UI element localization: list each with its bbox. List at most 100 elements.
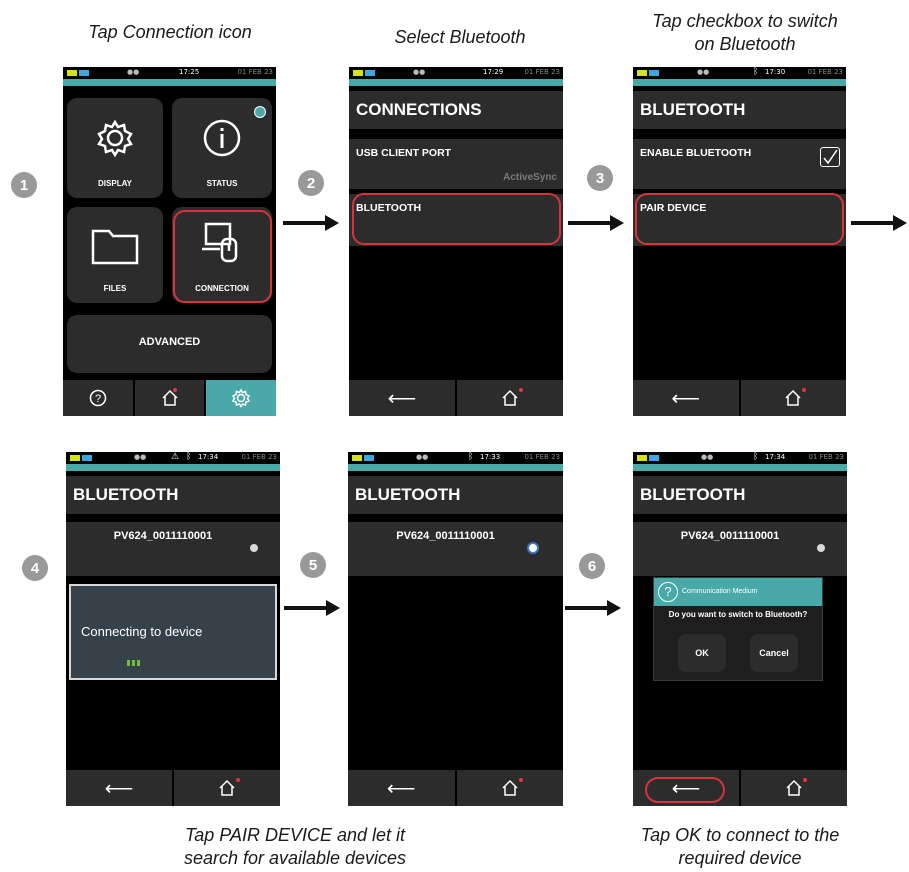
arrow-right-icon bbox=[851, 215, 907, 231]
settings-icon bbox=[232, 388, 251, 408]
accent-bar bbox=[66, 464, 280, 471]
status-bar: ●● 17:25 01 FEB 23 bbox=[63, 67, 276, 79]
status-time: 17:34 bbox=[765, 453, 786, 461]
step-badge-6: 6 bbox=[579, 553, 605, 579]
connection-dots-icon: ●● bbox=[697, 68, 710, 76]
screen-5-device-list: ●● ᛒ 17:33 01 FEB 23 BLUETOOTH PV624_001… bbox=[348, 452, 563, 806]
nav-bar: ⟵ bbox=[66, 770, 280, 806]
files-tile-label: FILES bbox=[103, 284, 127, 293]
bluetooth-icon: ᛒ bbox=[753, 452, 759, 462]
bluetooth-icon: ᛒ bbox=[753, 67, 759, 77]
nav-bar: ⟵ bbox=[348, 770, 563, 806]
help-icon: ? bbox=[89, 389, 107, 407]
caption-step-2: Select Bluetooth bbox=[394, 27, 526, 47]
connecting-message: Connecting to device bbox=[81, 624, 203, 639]
screen-2-connections: ●● 17:29 01 FEB 23 CONNECTIONS USB CLIEN… bbox=[349, 67, 563, 416]
advanced-tile-label: ADVANCED bbox=[138, 336, 201, 348]
enable-bluetooth-checkbox[interactable] bbox=[820, 147, 840, 167]
back-button[interactable]: ⟵ bbox=[633, 380, 739, 416]
svg-text:?: ? bbox=[95, 393, 101, 405]
status-date: 01 FEB 23 bbox=[237, 68, 273, 76]
help-button[interactable]: ? bbox=[63, 380, 133, 416]
screen-6-confirm: ●● ᛒ 17:34 01 FEB 23 BLUETOOTH PV624_001… bbox=[633, 452, 847, 806]
home-button[interactable] bbox=[457, 380, 563, 416]
status-bar: ●● 17:29 01 FEB 23 bbox=[349, 67, 563, 79]
caption-step-3-line1: Tap checkbox to switch bbox=[652, 11, 838, 31]
device-row[interactable]: PV624_0011110001 bbox=[66, 522, 280, 576]
home-icon bbox=[785, 389, 801, 406]
status-bar: ●● ᛒ 17:34 01 FEB 23 bbox=[633, 452, 847, 464]
battery-icon bbox=[649, 70, 659, 76]
status-time: 17:33 bbox=[480, 453, 501, 461]
dialog-message: Do you want to switch to Bluetooth? bbox=[668, 610, 808, 619]
status-tile-label: STATUS bbox=[206, 179, 238, 188]
device-row[interactable]: PV624_0011110001 bbox=[348, 522, 563, 576]
cancel-button[interactable]: Cancel bbox=[750, 634, 798, 672]
home-button[interactable] bbox=[741, 770, 847, 806]
arrow-right-icon bbox=[565, 600, 621, 616]
status-time: 17:34 bbox=[198, 453, 219, 461]
home-button[interactable] bbox=[456, 770, 563, 806]
step-badge-5: 5 bbox=[300, 552, 326, 578]
status-date: 01 FEB 23 bbox=[524, 68, 560, 76]
status-date: 01 FEB 23 bbox=[808, 453, 844, 461]
connection-dots-icon: ●● bbox=[701, 453, 714, 461]
display-tile[interactable]: DISPLAY bbox=[67, 98, 163, 198]
confirm-dialog: ? Communication Medium Do you want to sw… bbox=[653, 577, 823, 681]
step-badge-3: 3 bbox=[587, 165, 613, 191]
highlight-connection bbox=[173, 210, 272, 303]
status-time: 17:25 bbox=[179, 68, 200, 76]
status-date: 01 FEB 23 bbox=[241, 453, 277, 461]
page-title: BLUETOOTH bbox=[633, 91, 846, 129]
usb-client-port-label: USB CLIENT PORT bbox=[356, 147, 452, 159]
highlight-back-button bbox=[645, 777, 725, 803]
back-arrow-icon: ⟵ bbox=[386, 777, 416, 800]
caption-step-6-line1: Tap OK to connect to the bbox=[640, 825, 840, 845]
home-button[interactable] bbox=[740, 380, 846, 416]
status-date: 01 FEB 23 bbox=[524, 453, 560, 461]
ok-button[interactable]: OK bbox=[678, 634, 726, 672]
step-badge-1: 1 bbox=[11, 172, 37, 198]
battery-icon bbox=[365, 70, 375, 76]
device-row[interactable]: PV624_0011110001 bbox=[633, 522, 847, 576]
settings-button[interactable] bbox=[206, 380, 276, 416]
battery-icon bbox=[353, 70, 363, 76]
step-badge-2: 2 bbox=[298, 170, 324, 196]
status-date: 01 FEB 23 bbox=[807, 68, 843, 76]
advanced-tile[interactable]: ADVANCED bbox=[67, 315, 272, 373]
arrow-right-icon bbox=[284, 600, 340, 616]
home-icon bbox=[502, 389, 518, 406]
notification-dot-icon bbox=[254, 106, 266, 118]
accent-bar bbox=[63, 79, 276, 86]
status-tile[interactable]: STATUS bbox=[172, 98, 272, 198]
status-bar: ●● ⚠ ᛒ 17:34 01 FEB 23 bbox=[66, 452, 280, 464]
page-title: BLUETOOTH bbox=[348, 476, 563, 514]
home-button[interactable] bbox=[134, 380, 205, 416]
device-name: PV624_0011110001 bbox=[680, 530, 780, 542]
back-button[interactable]: ⟵ bbox=[348, 770, 455, 806]
back-button[interactable]: ⟵ bbox=[349, 380, 455, 416]
battery-icon bbox=[79, 70, 89, 76]
back-button[interactable]: ⟵ bbox=[66, 770, 172, 806]
caption-step-5-line1: Tap PAIR DEVICE and let it bbox=[184, 825, 406, 845]
home-button[interactable] bbox=[174, 770, 280, 806]
notification-dot-icon bbox=[236, 778, 240, 782]
battery-icon bbox=[364, 455, 374, 461]
bluetooth-icon: ᛒ bbox=[186, 452, 192, 462]
battery-icon bbox=[637, 70, 647, 76]
dialog-title: ? Communication Medium bbox=[654, 578, 822, 606]
progress-indicator-icon bbox=[127, 660, 140, 666]
home-icon bbox=[502, 779, 518, 796]
device-name: PV624_0011110001 bbox=[113, 530, 213, 542]
notification-dot-icon bbox=[802, 388, 806, 392]
device-status-dot-icon bbox=[527, 542, 539, 554]
screen-1-home: ●● 17:25 01 FEB 23 DISPLAY STATUS FILES bbox=[63, 67, 276, 416]
usb-client-port-row[interactable]: USB CLIENT PORT ActiveSync bbox=[349, 139, 563, 189]
checkmark-icon bbox=[823, 149, 838, 165]
folder-icon bbox=[91, 229, 139, 265]
screen-4-connecting: ●● ⚠ ᛒ 17:34 01 FEB 23 BLUETOOTH PV624_0… bbox=[66, 452, 280, 806]
nav-bar: ? bbox=[63, 380, 276, 416]
status-bar: ●● ᛒ 17:33 01 FEB 23 bbox=[348, 452, 563, 464]
files-tile[interactable]: FILES bbox=[67, 207, 163, 303]
arrow-right-icon bbox=[568, 215, 624, 231]
